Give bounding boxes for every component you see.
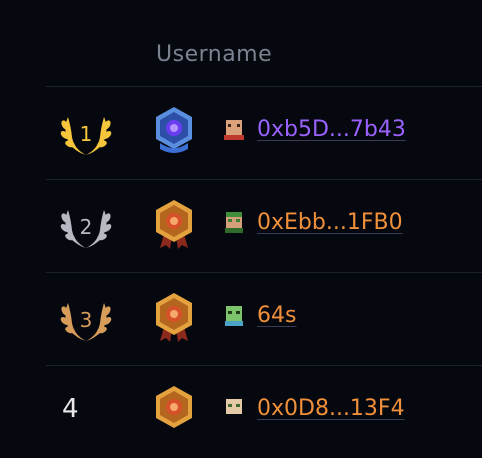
avatar (224, 120, 244, 140)
bronze-badge-icon (156, 200, 192, 249)
table-row: 2 0xEbb...1FB0 (0, 180, 482, 272)
silver-laurel-icon: 2 (60, 210, 112, 248)
rank-number: 4 (62, 394, 79, 424)
bronze-laurel-icon: 3 (60, 303, 112, 341)
bronze-badge-icon (156, 386, 192, 428)
table-row: 4 0x0D8...13F4 (0, 366, 482, 458)
diamond-badge-icon (156, 107, 192, 153)
table-row: 1 0xb5D...7b43 (0, 87, 482, 179)
rank-number: 3 (80, 308, 93, 332)
rank-number: 1 (80, 122, 93, 146)
avatar (225, 212, 243, 233)
gold-laurel-icon: 1 (60, 117, 112, 155)
table-header: Username (0, 0, 482, 86)
username-column-header: Username (156, 42, 273, 67)
rank-number: 2 (80, 215, 93, 239)
username-link[interactable]: 64s (257, 303, 296, 328)
username-link[interactable]: 0xEbb...1FB0 (257, 210, 403, 235)
table-row: 3 64s (0, 273, 482, 365)
avatar (226, 399, 242, 414)
username-link[interactable]: 0xb5D...7b43 (257, 117, 406, 142)
username-link[interactable]: 0x0D8...13F4 (257, 396, 405, 421)
bronze-badge-icon (156, 293, 192, 342)
avatar (225, 306, 243, 326)
